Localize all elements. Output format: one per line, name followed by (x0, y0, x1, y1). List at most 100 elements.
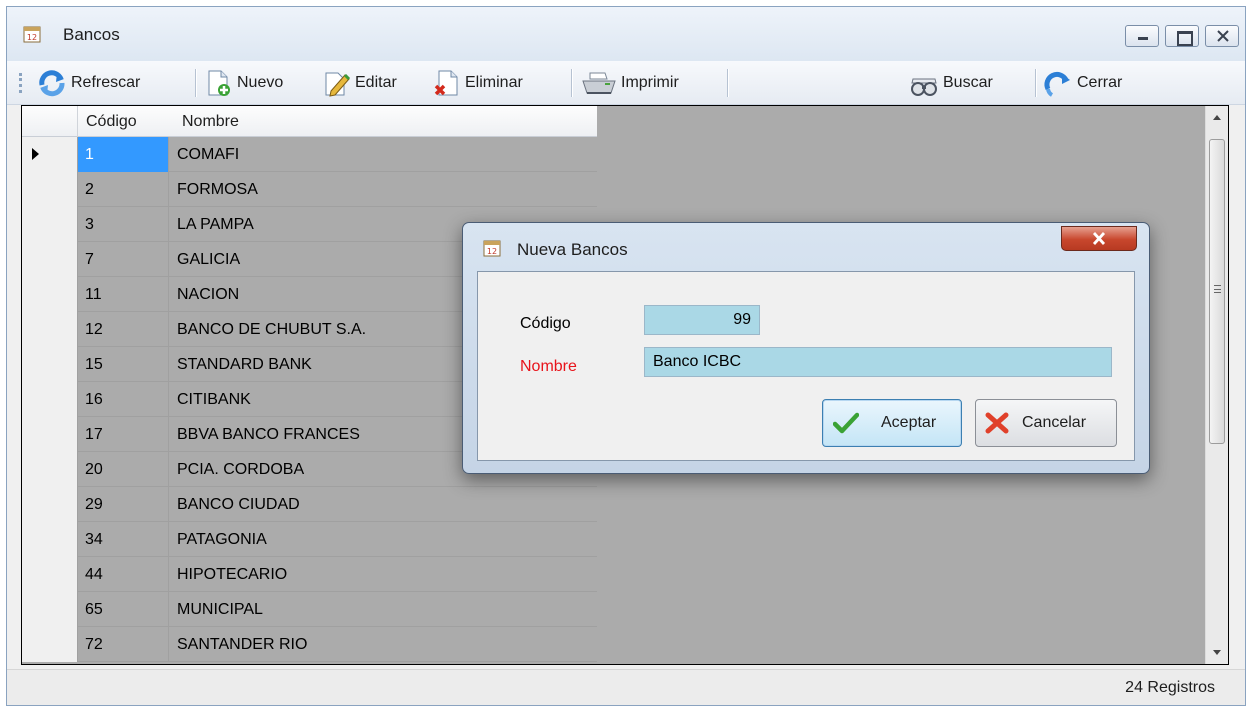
cell-name[interactable]: FORMOSA (169, 172, 597, 207)
table-row[interactable]: 72 SANTANDER RIO (22, 627, 597, 662)
cell-code[interactable]: 72 (78, 627, 169, 662)
dialog-body: Código 99 Nombre Banco ICBC Aceptar Canc… (477, 271, 1135, 461)
cancel-button[interactable]: Cancelar (975, 399, 1117, 447)
dialog-close-button[interactable] (1061, 226, 1137, 251)
checkmark-icon (833, 412, 859, 434)
scroll-down-arrow-icon[interactable] (1206, 642, 1228, 664)
new-label: Nuevo (237, 74, 284, 91)
row-header[interactable] (22, 592, 78, 627)
toolbar-separator (195, 69, 196, 97)
row-header[interactable] (22, 382, 78, 417)
toolbar: Refrescar Nuevo Editar Eliminar Imprimir… (7, 61, 1245, 105)
dialog-title: Nueva Bancos (517, 240, 628, 259)
search-label: Buscar (943, 74, 993, 91)
scrollbar-thumb[interactable] (1209, 139, 1225, 444)
table-row[interactable]: 34 PATAGONIA (22, 522, 597, 557)
cell-code[interactable]: 34 (78, 522, 169, 557)
row-header[interactable] (22, 627, 78, 662)
code-field[interactable]: 99 (644, 305, 760, 335)
cell-name[interactable]: BANCO CIUDAD (169, 487, 597, 522)
column-header-name[interactable]: Nombre (182, 113, 239, 131)
cell-code[interactable]: 12 (78, 312, 169, 347)
row-header[interactable] (22, 242, 78, 277)
cell-code[interactable]: 44 (78, 557, 169, 592)
toolbar-separator (727, 69, 728, 97)
row-header[interactable] (22, 277, 78, 312)
cell-name[interactable]: MUNICIPAL (169, 592, 597, 627)
new-document-icon (208, 70, 230, 96)
accept-button[interactable]: Aceptar (822, 399, 962, 447)
cell-name[interactable]: SANTANDER RIO (169, 627, 597, 662)
table-row[interactable]: 44 HIPOTECARIO (22, 557, 597, 592)
search-button[interactable]: Buscar (909, 69, 993, 97)
vertical-scrollbar[interactable] (1205, 106, 1228, 664)
row-header[interactable] (22, 312, 78, 347)
cell-code[interactable]: 17 (78, 417, 169, 452)
calendar-icon: 12 (483, 239, 501, 257)
row-header[interactable] (22, 417, 78, 452)
cell-name[interactable]: PATAGONIA (169, 522, 597, 557)
scroll-up-arrow-icon[interactable] (1206, 106, 1228, 128)
table-row[interactable]: 65 MUNICIPAL (22, 592, 597, 627)
column-header-code[interactable]: Código (86, 113, 137, 131)
cell-name[interactable]: COMAFI (169, 137, 597, 172)
window-titlebar[interactable]: 12 Bancos (7, 7, 1245, 61)
edit-document-icon (325, 72, 351, 97)
name-label: Nombre (520, 358, 577, 375)
refresh-icon (39, 70, 65, 97)
row-header[interactable] (22, 207, 78, 242)
print-button[interactable]: Imprimir (581, 69, 679, 97)
printer-icon (582, 72, 616, 94)
binoculars-icon (911, 78, 937, 96)
cell-code[interactable]: 20 (78, 452, 169, 487)
maximize-button[interactable] (1165, 25, 1199, 47)
refresh-button[interactable]: Refrescar (37, 69, 140, 97)
table-row[interactable]: 29 BANCO CIUDAD (22, 487, 597, 522)
cell-name[interactable]: HIPOTECARIO (169, 557, 597, 592)
toolbar-separator (571, 69, 572, 97)
edit-label: Editar (355, 74, 397, 91)
close-window-button[interactable] (1205, 25, 1239, 47)
code-label: Código (520, 315, 571, 332)
cell-code[interactable]: 7 (78, 242, 169, 277)
delete-document-icon (434, 70, 458, 96)
close-button[interactable]: Cerrar (1043, 69, 1122, 97)
row-header[interactable] (22, 522, 78, 557)
accept-label: Aceptar (881, 414, 937, 431)
cell-code[interactable]: 2 (78, 172, 169, 207)
cell-code[interactable]: 29 (78, 487, 169, 522)
minimize-button[interactable] (1125, 25, 1159, 47)
name-field[interactable]: Banco ICBC (644, 347, 1112, 377)
current-row-arrow-icon (32, 148, 39, 160)
status-bar: 24 Registros (7, 669, 1245, 705)
calendar-icon: 12 (23, 25, 41, 43)
window-title: Bancos (63, 25, 120, 44)
cell-code[interactable]: 11 (78, 277, 169, 312)
row-header[interactable] (22, 452, 78, 487)
close-icon (1092, 232, 1106, 245)
cell-code[interactable]: 65 (78, 592, 169, 627)
cell-code[interactable]: 16 (78, 382, 169, 417)
toolbar-separator (1035, 69, 1036, 97)
edit-button[interactable]: Editar (321, 69, 397, 97)
row-header[interactable] (22, 487, 78, 522)
table-row[interactable]: 1 COMAFI (22, 137, 597, 172)
row-header[interactable] (22, 172, 78, 207)
window-controls (1125, 25, 1239, 47)
cell-code[interactable]: 3 (78, 207, 169, 242)
toolbar-grip[interactable] (19, 73, 22, 93)
row-header[interactable] (22, 557, 78, 592)
row-header-corner[interactable] (22, 106, 78, 137)
cancel-label: Cancelar (1022, 414, 1087, 431)
delete-label: Eliminar (465, 74, 523, 91)
new-button[interactable]: Nuevo (203, 69, 283, 97)
cell-code[interactable]: 1 (78, 137, 169, 172)
close-icon (1217, 30, 1229, 42)
row-header[interactable] (22, 137, 78, 172)
print-label: Imprimir (621, 74, 679, 91)
scroll-grip-icon (1214, 285, 1221, 293)
cell-code[interactable]: 15 (78, 347, 169, 382)
table-row[interactable]: 2 FORMOSA (22, 172, 597, 207)
delete-button[interactable]: Eliminar (431, 69, 523, 97)
row-header[interactable] (22, 347, 78, 382)
